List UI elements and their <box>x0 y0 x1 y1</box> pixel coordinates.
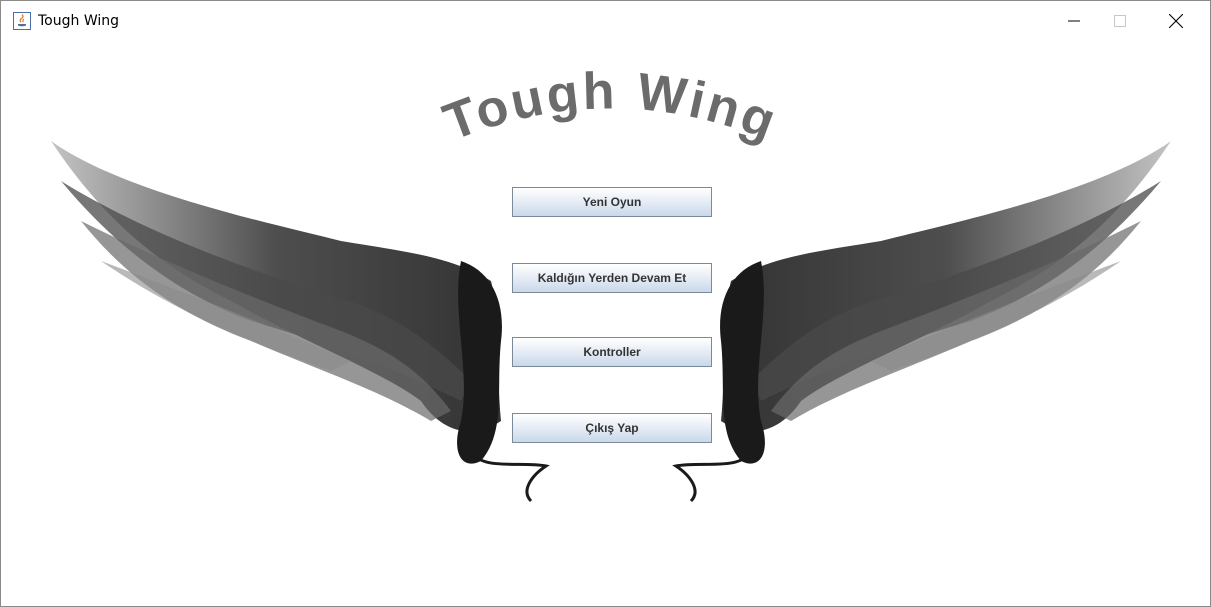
java-app-icon <box>13 12 31 30</box>
main-menu-panel: Tough Wing Yeni Oyun Kaldığın Yerden Dev… <box>1 41 1210 606</box>
continue-game-button[interactable]: Kaldığın Yerden Devam Et <box>512 263 712 293</box>
close-button[interactable] <box>1153 1 1199 41</box>
title-bar[interactable]: Tough Wing <box>1 1 1210 41</box>
exit-button[interactable]: Çıkış Yap <box>512 413 712 443</box>
minimize-icon <box>1068 20 1080 22</box>
maximize-button[interactable] <box>1097 1 1143 41</box>
new-game-button[interactable]: Yeni Oyun <box>512 187 712 217</box>
minimize-button[interactable] <box>1051 1 1097 41</box>
app-window: Tough Wing Tough Wing Yeni Oyun Kaldığın… <box>0 0 1211 607</box>
left-wing <box>51 141 550 503</box>
right-wing <box>672 141 1171 503</box>
game-logo-text: Tough Wing <box>436 62 786 152</box>
maximize-icon <box>1114 15 1126 27</box>
game-logo: Tough Wing <box>436 62 786 152</box>
close-icon <box>1169 14 1183 28</box>
controls-button[interactable]: Kontroller <box>512 337 712 367</box>
window-title: Tough Wing <box>38 13 120 29</box>
